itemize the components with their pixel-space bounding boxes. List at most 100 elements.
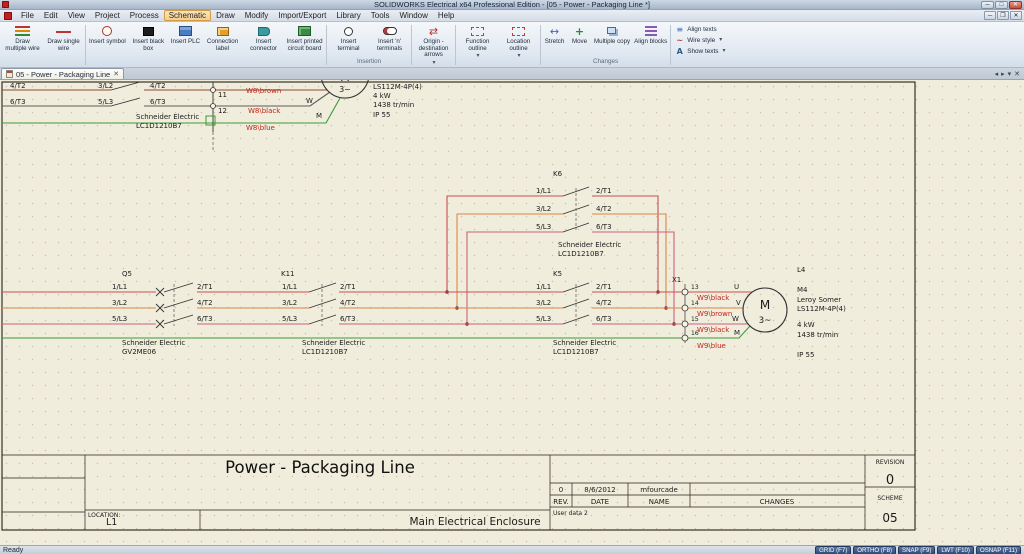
insert-black-box-button[interactable]: Insert black box: [128, 23, 169, 52]
grid-toggle-button[interactable]: GRID (F7): [815, 546, 851, 554]
app-logo-small-icon: [4, 12, 12, 20]
pin-label: 3/L2: [536, 205, 551, 213]
tab-close-icon[interactable]: [113, 71, 119, 78]
child-restore-icon[interactable]: [997, 11, 1009, 20]
upper-motor-circuit[interactable]: 4/T2 6/T3 3/L2 5/L3 4/T2 6/T3 11 12 W8\b…: [2, 80, 422, 150]
menu-window[interactable]: Window: [394, 10, 432, 21]
location-outline-icon: [512, 27, 525, 36]
align-texts-icon: [675, 26, 684, 34]
drawing-area[interactable]: 4/T2 6/T3 3/L2 5/L3 4/T2 6/T3 11 12 W8\b…: [0, 80, 1024, 545]
menu-bar: File Edit View Project Process Schematic…: [0, 10, 1024, 22]
status-toggles: GRID (F7) ORTHO (F8) SNAP (F9) LWT (F10)…: [815, 546, 1021, 554]
insert-plc-button[interactable]: Insert PLC: [169, 23, 202, 46]
function-outline-button[interactable]: Function outline: [457, 23, 498, 59]
ribbon-group-label: [413, 66, 454, 67]
manufacturer-label: Leroy Somer: [797, 296, 841, 304]
rev-header: REV.: [553, 498, 568, 506]
pin-label: 4/T2: [340, 299, 356, 307]
connection-label-button[interactable]: Connection label: [202, 23, 243, 52]
location-outline-button[interactable]: Location outline: [498, 23, 539, 59]
button-label: Stretch: [545, 39, 565, 46]
osnap-toggle-button[interactable]: OSNAP (F11): [976, 546, 1021, 554]
terminal-number: 13: [691, 284, 699, 291]
motor-ip: IP 55: [373, 111, 390, 119]
tab-navigation: [995, 68, 1023, 79]
menu-project[interactable]: Project: [90, 10, 125, 21]
button-label: Align texts: [687, 25, 716, 34]
wire-style-button[interactable]: Wire style: [675, 36, 725, 45]
insert-pcb-button[interactable]: Insert printed circuit board: [284, 23, 325, 52]
menu-help[interactable]: Help: [433, 10, 459, 21]
document-tab[interactable]: 05 - Power - Packaging Line: [1, 68, 124, 79]
pin-number: 12: [218, 107, 227, 115]
origin-destination-arrows-button[interactable]: Origin - destination arrows: [413, 23, 454, 66]
button-label: Connection label: [204, 39, 241, 52]
ortho-toggle-button[interactable]: ORTHO (F8): [853, 546, 896, 554]
part-reference: LC1D1210B7: [553, 348, 599, 356]
move-button[interactable]: Move: [567, 23, 592, 46]
minimize-icon[interactable]: [981, 1, 994, 9]
tab-bar-close-icon[interactable]: [1014, 70, 1020, 78]
tab-list-icon[interactable]: [1008, 70, 1012, 78]
drawing-title: Power - Packaging Line: [225, 458, 415, 477]
tab-scroll-right-icon[interactable]: [1001, 70, 1005, 78]
pin-label: 3/L2: [98, 82, 113, 90]
schematic-canvas[interactable]: 4/T2 6/T3 3/L2 5/L3 4/T2 6/T3 11 12 W8\b…: [0, 80, 1024, 545]
menu-modify[interactable]: Modify: [240, 10, 274, 21]
lwt-toggle-button[interactable]: LWT (F10): [937, 546, 974, 554]
window-controls: [981, 1, 1022, 9]
insert-symbol-button[interactable]: Insert symbol: [87, 23, 128, 46]
revision-value: 0: [886, 473, 894, 488]
menu-draw[interactable]: Draw: [211, 10, 240, 21]
maximize-icon[interactable]: [995, 1, 1008, 9]
m4-motor[interactable]: M 3~ U V W M L4 M4 Leroy Somer LS112M-4P…: [732, 266, 846, 359]
show-texts-button[interactable]: Show texts: [675, 47, 725, 56]
k5-contactor[interactable]: K5 1/L1 2/T1 3/L2 4/T2 5/L3 6/T3 Schneid…: [536, 270, 616, 356]
draw-single-wire-button[interactable]: Draw single wire: [43, 23, 84, 52]
component-tag: Q5: [122, 270, 132, 278]
multiple-copy-button[interactable]: Multiple copy: [592, 23, 632, 46]
pin-label: 6/T3: [596, 315, 612, 323]
q5-circuit-breaker[interactable]: Q5 1/L1 2/T1 3/L2 4/T2 5/L3 6/T3 Schneid…: [112, 270, 213, 356]
menu-process[interactable]: Process: [125, 10, 164, 21]
pin-label: 6/T3: [150, 98, 166, 106]
pin-label: 4/T2: [150, 82, 166, 90]
motor-power: 4 kW: [373, 92, 391, 100]
menu-file[interactable]: File: [16, 10, 39, 21]
function-outline-icon: [471, 27, 484, 36]
k6-contactor[interactable]: K6 1/L1 2/T1 3/L2 4/T2 5/L3 6/T3 Schneid…: [445, 170, 676, 326]
ribbon-group-insertion: Insert terminal Insert 'n' terminals Ins…: [328, 23, 410, 67]
motor-phase-label: 3~: [339, 85, 351, 94]
pin-label: 5/L3: [536, 223, 551, 231]
snap-toggle-button[interactable]: SNAP (F9): [898, 546, 935, 554]
pin-label: 3/L2: [536, 299, 551, 307]
stretch-button[interactable]: Stretch: [542, 23, 567, 46]
insert-terminal-button[interactable]: Insert terminal: [328, 23, 369, 52]
insert-connector-button[interactable]: Insert connector: [243, 23, 284, 52]
menu-tools[interactable]: Tools: [366, 10, 395, 21]
tab-scroll-left-icon[interactable]: [995, 70, 999, 78]
menu-schematic[interactable]: Schematic: [164, 10, 211, 21]
menu-import-export[interactable]: Import/Export: [273, 10, 331, 21]
menu-library[interactable]: Library: [331, 10, 365, 21]
ribbon-separator: [85, 25, 86, 65]
child-minimize-icon[interactable]: [984, 11, 996, 20]
multiple-wire-icon: [15, 26, 30, 37]
button-label: Align blocks: [634, 39, 667, 46]
close-icon[interactable]: [1009, 1, 1022, 9]
wire-label: W9\brown: [697, 310, 732, 318]
changes-header: CHANGES: [760, 498, 795, 506]
part-reference: LC1D1210B7: [302, 348, 348, 356]
insert-n-terminals-button[interactable]: Insert 'n' terminals: [369, 23, 410, 52]
k11-contactor[interactable]: K11 1/L1 2/T1 3/L2 4/T2 5/L3 6/T3 Schnei…: [281, 270, 365, 356]
draw-multiple-wire-button[interactable]: Draw multiple wire: [2, 23, 43, 52]
x1-terminal-strip[interactable]: X1 13 14 15 16: [672, 276, 699, 343]
pin-label: 2/T1: [596, 187, 612, 195]
align-blocks-icon: [645, 26, 657, 36]
child-close-icon[interactable]: [1010, 11, 1022, 20]
menu-edit[interactable]: Edit: [39, 10, 63, 21]
pin-label: 3/L2: [282, 299, 297, 307]
align-texts-button[interactable]: Align texts: [675, 25, 725, 34]
align-blocks-button[interactable]: Align blocks: [632, 23, 669, 46]
menu-view[interactable]: View: [63, 10, 90, 21]
